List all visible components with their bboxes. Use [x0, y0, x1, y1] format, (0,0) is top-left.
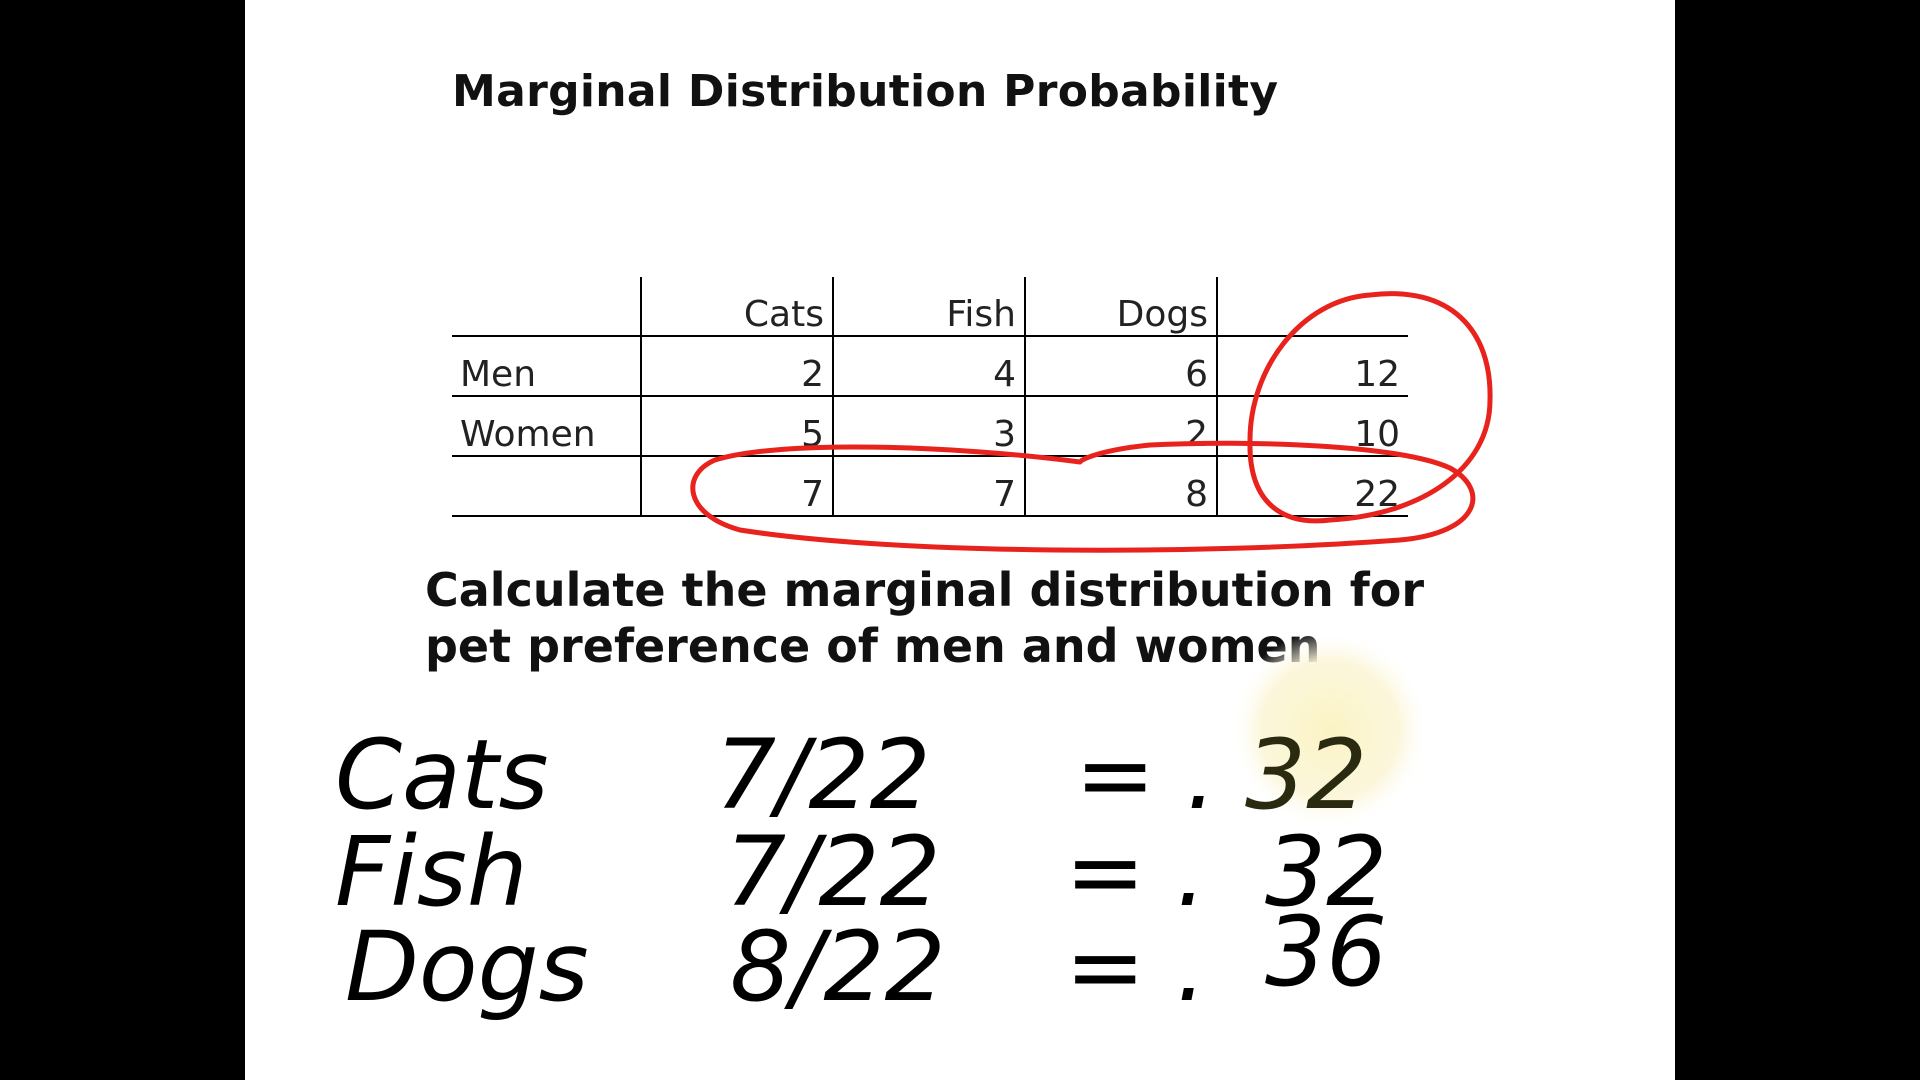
table-cell: 6	[1024, 336, 1217, 397]
table-header-cell: Dogs	[1024, 277, 1217, 337]
row-label	[452, 456, 641, 517]
slide: Marginal Distribution Probability Cats F…	[245, 0, 1675, 1080]
row-label: Women	[452, 396, 641, 457]
table-row: Men 2 4 6 12	[452, 336, 1408, 397]
table-cell: 8	[1024, 456, 1217, 517]
table-row: Women 5 3 2 10	[452, 396, 1408, 457]
table-cell: 3	[832, 396, 1025, 457]
row-label: Men	[452, 336, 641, 397]
table-header-cell	[1216, 277, 1408, 337]
table-row-totals: 7 7 8 22	[452, 456, 1408, 517]
table-cell: 12	[1216, 336, 1408, 397]
table-cell: 2	[1024, 396, 1217, 457]
table-header-row: Cats Fish Dogs	[452, 277, 1408, 337]
table-cell: 22	[1216, 456, 1408, 517]
contingency-table: Cats Fish Dogs Men 2 4 6 12 Women 5 3 2 …	[452, 277, 1408, 517]
video-frame: Marginal Distribution Probability Cats F…	[0, 0, 1920, 1080]
table-cell: 10	[1216, 396, 1408, 457]
table-header-cell: Fish	[832, 277, 1025, 337]
table-cell: 2	[640, 336, 833, 397]
table-cell: 4	[832, 336, 1025, 397]
question-text: Calculate the marginal distribution for …	[425, 563, 1425, 673]
slide-title: Marginal Distribution Probability	[452, 66, 1279, 117]
table-cell: 7	[640, 456, 833, 517]
table-header-cell	[452, 277, 641, 337]
table-header-cell: Cats	[640, 277, 833, 337]
table-cell: 7	[832, 456, 1025, 517]
table-cell: 5	[640, 396, 833, 457]
